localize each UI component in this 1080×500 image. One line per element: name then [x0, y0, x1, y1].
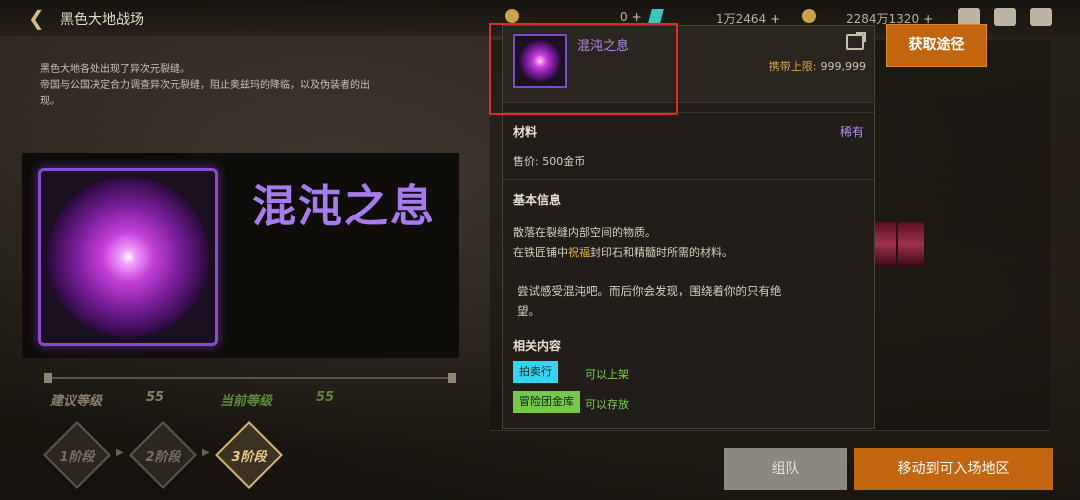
- stage-arrow-icon: ▶: [202, 447, 210, 458]
- mail-icon[interactable]: [994, 8, 1016, 26]
- gold-icon: [802, 9, 816, 23]
- info-line-2-post: 封印石和精髓时所需的材料。: [590, 246, 733, 259]
- currency-1-value: 0: [620, 10, 628, 24]
- auction-house-tag[interactable]: 拍卖行: [513, 361, 558, 383]
- carry-limit: 携带上限: 999,999: [769, 58, 866, 74]
- stage-2-button[interactable]: 2阶段: [129, 421, 197, 489]
- stage-2-label: 2阶段: [145, 450, 181, 465]
- team-button[interactable]: 组队: [724, 448, 847, 490]
- share-icon[interactable]: [846, 32, 866, 50]
- get-route-button[interactable]: 获取途径: [886, 24, 987, 67]
- basic-info-row: 基本信息: [513, 191, 864, 208]
- divider-knob-right: [448, 373, 456, 383]
- chaos-orb-icon: [47, 177, 209, 337]
- flavor-line-2: 望。: [517, 304, 540, 318]
- reward-thumbnail[interactable]: [898, 222, 924, 266]
- basic-info-title: 基本信息: [513, 193, 562, 207]
- item-category: 材料: [513, 125, 538, 139]
- recommended-level-label: 建议等级: [50, 394, 103, 409]
- recommended-level-value: 55: [146, 390, 165, 405]
- currency-2-plus[interactable]: +: [770, 12, 780, 26]
- related-row: 相关内容: [513, 337, 864, 354]
- page-title: 黑色大地战场: [60, 12, 144, 28]
- item-price: 售价: 500金币: [513, 155, 586, 168]
- carry-limit-label: 携带上限:: [768, 60, 817, 73]
- guild-storage-note: 可以存放: [585, 398, 629, 411]
- highlight-frame: [489, 23, 678, 115]
- carry-limit-value: 999,999: [820, 60, 867, 73]
- item-rarity: 稀有: [839, 125, 864, 139]
- category-row: 材料 稀有: [513, 123, 864, 140]
- back-arrow-icon[interactable]: ❮: [28, 7, 50, 29]
- description-line-1: 黑色大地各处出现了异次元裂缝。: [40, 64, 190, 75]
- info-line-1: 散落在裂缝内部空间的物质。: [513, 226, 656, 239]
- move-to-area-button[interactable]: 移动到可入场地区: [854, 448, 1053, 490]
- stage-1-label: 1阶段: [59, 450, 95, 465]
- info-line-2: 在铁匠铺中祝福封印石和精髓时所需的材料。: [513, 244, 733, 260]
- description-line-3: 现。: [40, 96, 60, 107]
- info-line-2-pre: 在铁匠铺中: [513, 246, 568, 259]
- currency-2-value: 1万2464: [716, 12, 767, 26]
- current-level-label: 当前等级: [220, 394, 273, 409]
- flavor-text: 尝试感受混沌吧。而后你会发现，围绕着你的只有绝 望。: [517, 281, 847, 321]
- guild-storage-tag[interactable]: 冒险团金库: [513, 391, 580, 413]
- divider-knob-left: [44, 373, 52, 383]
- tooltip-divider: [503, 179, 874, 180]
- coin-icon: [505, 9, 519, 23]
- stage-arrow-icon: ▶: [116, 447, 124, 458]
- current-level-value: 55: [316, 390, 335, 405]
- stage-3-label: 3阶段: [231, 450, 267, 465]
- item-showcase-name: 混沌之息: [252, 181, 436, 232]
- stage-1-button[interactable]: 1阶段: [43, 421, 111, 489]
- related-title: 相关内容: [513, 339, 562, 353]
- list-divider: [490, 430, 1050, 431]
- description-line-2: 帝国与公国决定合力调查异次元裂缝，阻止奥兹玛的降临，以及伪装者的出: [40, 80, 370, 91]
- auction-house-note: 可以上架: [585, 368, 629, 381]
- level-divider: [44, 377, 456, 379]
- dungeon-description: 黑色大地各处出现了异次元裂缝。 帝国与公国决定合力调查异次元裂缝，阻止奥兹玛的降…: [40, 62, 510, 110]
- item-large-icon: [38, 168, 218, 346]
- chat-icon[interactable]: [1030, 8, 1052, 26]
- stage-3-button[interactable]: 3阶段: [215, 421, 283, 489]
- info-line-2-highlight: 祝福: [568, 246, 590, 259]
- gem-icon: [648, 9, 664, 23]
- currency-1-plus[interactable]: +: [632, 10, 642, 24]
- currency-1[interactable]: 0 +: [620, 10, 642, 24]
- flavor-line-1: 尝试感受混沌吧。而后你会发现，围绕着你的只有绝: [517, 284, 782, 298]
